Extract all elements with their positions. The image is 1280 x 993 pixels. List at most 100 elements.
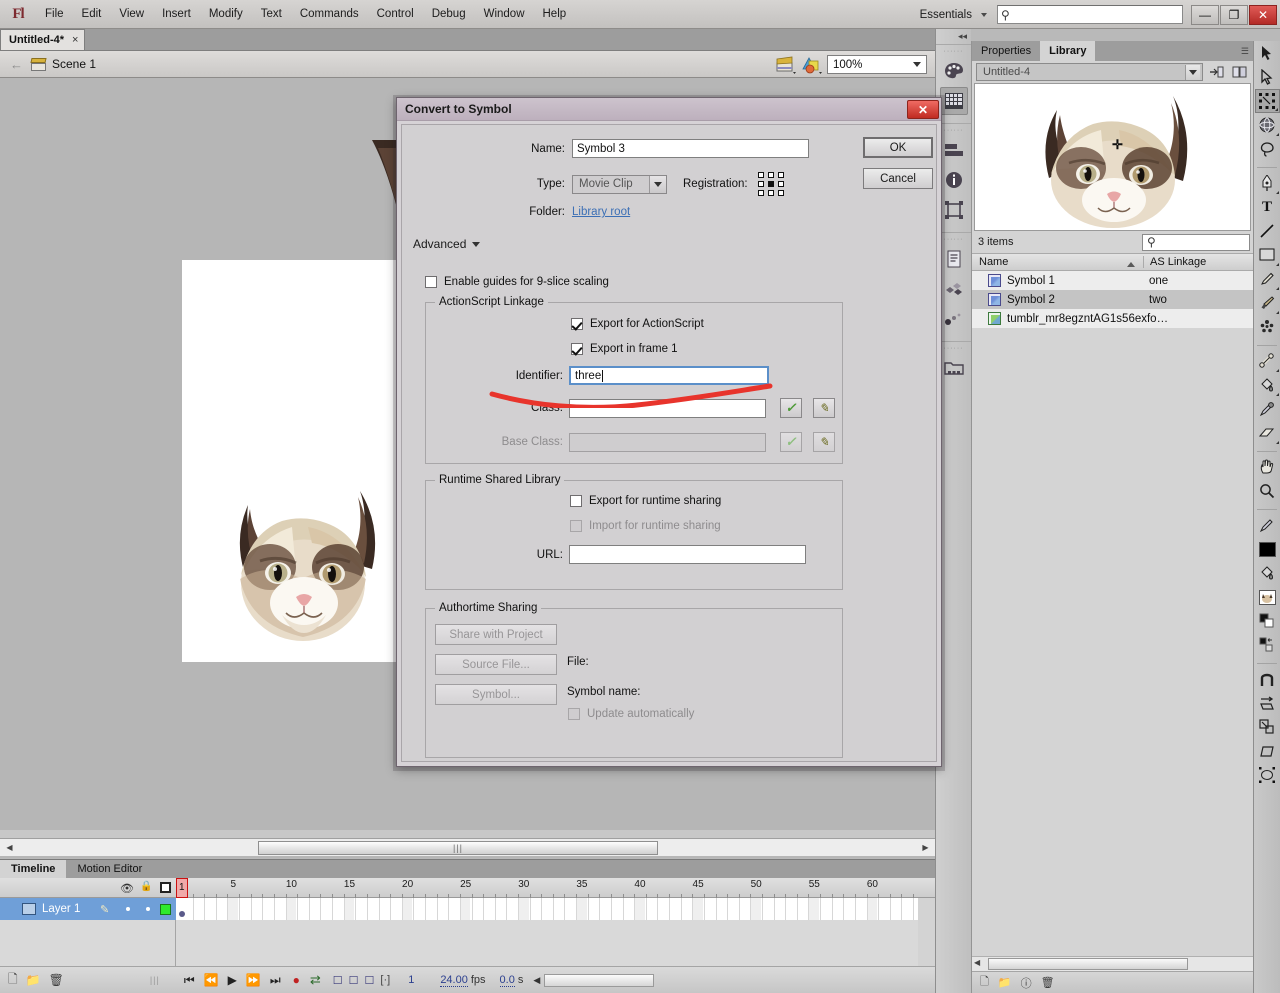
menu-item-control[interactable]: Control [368, 5, 423, 23]
eyedropper-tool-icon[interactable] [1255, 397, 1280, 421]
zoom-level-select[interactable]: 100% [827, 55, 927, 74]
line-tool-icon[interactable] [1255, 219, 1280, 243]
new-layer-icon[interactable]: 🗋 [8, 970, 18, 991]
edit-multiple-frames-icon[interactable]: ☐ [365, 974, 375, 987]
scroll-left-icon[interactable]: ◀ [2, 840, 17, 855]
paint-bucket-fill-icon[interactable] [1255, 561, 1280, 585]
go-to-first-frame-icon[interactable]: ⏮ [184, 973, 195, 988]
tab-library[interactable]: Library [1040, 41, 1095, 61]
symbol-type-select[interactable]: Movie Clip [572, 175, 667, 194]
export-for-runtime-sharing-checkbox[interactable] [570, 495, 582, 507]
new-folder-icon[interactable]: 📁 [26, 973, 41, 987]
step-back-icon[interactable]: ⏪ [204, 973, 219, 987]
lasso-tool-icon[interactable] [1255, 137, 1280, 161]
chevron-down-icon[interactable] [981, 13, 987, 17]
stage-splitter[interactable] [0, 830, 935, 838]
library-list-item[interactable]: tumblr_mr8egzntAG1s56exfo… [972, 309, 1253, 328]
export-for-actionscript-row[interactable]: Export for ActionScript [571, 318, 704, 330]
nine-slice-checkbox-row[interactable]: Enable guides for 9-slice scaling [425, 276, 609, 288]
eraser-tool-icon[interactable] [1255, 421, 1280, 445]
tab-motion-editor[interactable]: Motion Editor [66, 860, 153, 878]
validate-class-button[interactable]: ✓ [780, 398, 802, 418]
dialog-title-bar[interactable]: Convert to Symbol ✕ [397, 98, 941, 121]
edit-class-button[interactable]: ✎ [813, 398, 835, 418]
url-input[interactable] [569, 545, 806, 564]
fill-color-icon[interactable] [1255, 537, 1280, 561]
close-icon[interactable]: × [72, 34, 78, 46]
library-search-box[interactable]: ⚲ [1142, 234, 1250, 251]
rotate-icon[interactable] [1255, 763, 1280, 787]
delete-layer-icon[interactable]: 🗑 [49, 973, 64, 987]
play-icon[interactable]: ▶ [228, 973, 237, 987]
edit-base-class-button[interactable]: ✎ [813, 432, 835, 452]
layer-outline-color-swatch[interactable] [160, 904, 171, 915]
fill-swatch-image-icon[interactable] [1255, 585, 1280, 609]
export-in-frame-1-row[interactable]: Export in frame 1 [571, 343, 678, 355]
scroll-left-icon[interactable]: ◀ [974, 958, 980, 967]
black-color-swatch[interactable] [1259, 542, 1276, 557]
class-input[interactable] [569, 399, 766, 418]
collapse-panels-icon[interactable]: ◂◂ [936, 29, 971, 44]
export-runtime-sharing-row[interactable]: Export for runtime sharing [570, 495, 721, 507]
scale-icon[interactable] [1255, 739, 1280, 763]
library-search-input[interactable] [1156, 235, 1244, 249]
document-tab-untitled-4[interactable]: Untitled-4* × [0, 29, 85, 50]
swap-colors-icon[interactable] [1255, 633, 1280, 657]
color-panel-icon[interactable] [940, 57, 968, 85]
restore-button[interactable]: ❐ [1220, 5, 1248, 25]
hand-tool-icon[interactable] [1255, 455, 1280, 479]
chevron-down-icon[interactable] [649, 176, 666, 193]
tab-timeline[interactable]: Timeline [0, 860, 66, 878]
new-folder-icon[interactable]: 📁 [998, 976, 1012, 989]
pin-library-icon[interactable] [1207, 63, 1226, 81]
stage-hscroll-thumb[interactable]: ||| [258, 841, 658, 855]
timeline-scroll-left-icon[interactable]: ◀ [533, 975, 540, 986]
back-arrow-icon[interactable]: ← [10, 57, 23, 72]
free-transform-tool-icon[interactable] [1255, 89, 1280, 113]
fps-value[interactable]: 24.00 [440, 974, 468, 987]
onion-skin-icon[interactable]: ☐ [333, 974, 343, 987]
lock-icon[interactable]: 🔒 [140, 881, 152, 892]
symbol-name-input[interactable]: Symbol 3 [572, 139, 809, 158]
go-to-last-frame-icon[interactable]: ⏭ [270, 973, 281, 988]
menu-item-debug[interactable]: Debug [423, 5, 475, 23]
menu-item-view[interactable]: View [110, 5, 153, 23]
snap-to-objects-icon[interactable] [1255, 667, 1280, 691]
identifier-input[interactable]: three [569, 366, 769, 385]
menu-item-edit[interactable]: Edit [73, 5, 111, 23]
workspace-label[interactable]: Essentials [912, 9, 976, 21]
eye-icon[interactable]: 👁 [120, 882, 134, 895]
registration-point-grid[interactable] [758, 172, 785, 196]
layer-frame-strip[interactable] [176, 898, 918, 920]
nine-slice-checkbox[interactable] [425, 276, 437, 288]
timeline-layer-row[interactable]: Layer 1 ✎ [0, 898, 176, 920]
help-search-box[interactable]: ⚲ [997, 5, 1183, 24]
timeline-frames-area[interactable] [176, 898, 918, 966]
deco-tool-icon[interactable] [1255, 315, 1280, 339]
edit-scene-icon[interactable] [775, 55, 797, 75]
library-preview-area[interactable]: ✛ [974, 83, 1251, 231]
library-root-link[interactable]: Library root [572, 206, 630, 218]
sort-ascending-icon[interactable] [1127, 262, 1135, 267]
menu-item-insert[interactable]: Insert [153, 5, 200, 23]
loop-playback-icon[interactable]: ⇄ [310, 972, 321, 988]
library-horizontal-scrollbar[interactable]: ◀ [972, 956, 1254, 971]
brush-tool-icon[interactable] [1255, 291, 1280, 315]
timeline-ruler[interactable]: 51015202530354045505560657075808590 [176, 878, 918, 898]
help-search-input[interactable] [1010, 7, 1170, 22]
advanced-toggle[interactable]: Advanced [413, 237, 480, 251]
edit-symbols-icon[interactable] [801, 55, 823, 75]
dialog-close-button[interactable]: ✕ [907, 100, 939, 119]
panel-menu-icon[interactable]: ☰ [1241, 46, 1249, 57]
close-button[interactable]: ✕ [1249, 5, 1277, 25]
column-header-as-linkage[interactable]: AS Linkage [1143, 256, 1253, 268]
text-tool-icon[interactable]: T [1255, 195, 1280, 219]
outline-icon[interactable] [160, 882, 171, 893]
keyframe-marker[interactable] [179, 911, 185, 917]
stage-horizontal-scrollbar[interactable]: ◀ ||| ▶ [0, 838, 935, 856]
export-for-actionscript-checkbox[interactable] [571, 318, 583, 330]
black-white-icon[interactable] [1255, 609, 1280, 633]
onion-skin-outlines-icon[interactable]: ☐ [349, 974, 359, 987]
zoom-tool-icon[interactable] [1255, 479, 1280, 503]
library-list-item[interactable]: Symbol 2two [972, 290, 1253, 309]
